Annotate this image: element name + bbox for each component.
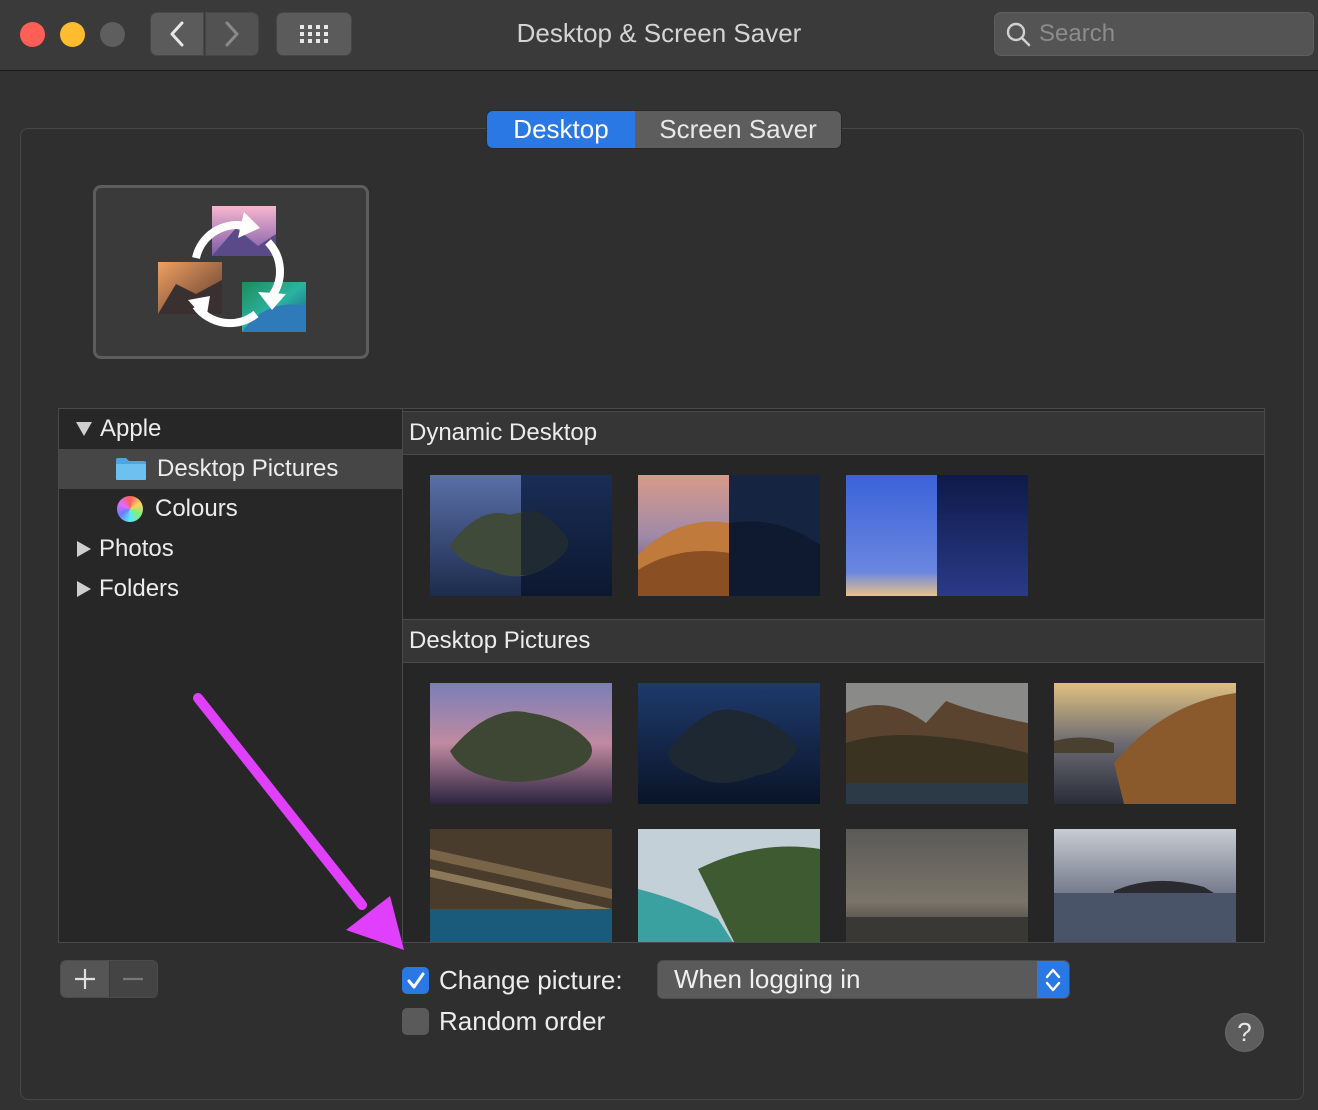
grid-icon: [300, 25, 328, 43]
add-folder-button[interactable]: [61, 961, 109, 997]
wallpaper-thumbnail[interactable]: [638, 829, 820, 942]
updown-chevron-icon[interactable]: [1037, 961, 1069, 998]
checkmark-icon: [407, 972, 424, 988]
sidebar-item-label: Apple: [100, 415, 162, 442]
change-interval-popup[interactable]: When logging in: [657, 960, 1070, 999]
folder-icon: [115, 457, 147, 481]
back-button[interactable]: [150, 12, 204, 56]
close-window-button[interactable]: [20, 22, 45, 47]
search-input[interactable]: [1039, 20, 1299, 48]
chevron-right-icon: [225, 21, 239, 47]
change-picture-label: Change picture:: [439, 965, 623, 995]
sidebar-item-label: Folders: [99, 575, 180, 602]
add-remove-control: [60, 960, 158, 998]
title-bar: Desktop & Screen Saver: [0, 0, 1318, 71]
sidebar-item-photos[interactable]: Photos: [59, 529, 402, 569]
sidebar-item-desktop-pictures[interactable]: Desktop Pictures: [59, 449, 402, 489]
search-icon: [1006, 22, 1031, 47]
wallpaper-thumbnail[interactable]: [430, 829, 612, 942]
sidebar-item-apple[interactable]: Apple: [59, 409, 402, 449]
wallpaper-thumbnail[interactable]: [1054, 683, 1236, 804]
wallpaper-thumbnail[interactable]: [846, 475, 1028, 596]
change-picture-row: Change picture:: [402, 965, 623, 996]
remove-folder-button[interactable]: [108, 961, 157, 997]
picture-browser: Dynamic Desktop Desktop Pictures: [402, 408, 1265, 943]
wallpaper-thumbnail[interactable]: [430, 475, 612, 596]
random-order-checkbox[interactable]: [402, 1008, 429, 1035]
rotating-pictures-icon: [158, 206, 306, 332]
tab-bar: Desktop Screen Saver: [486, 110, 842, 149]
wallpaper-thumbnail[interactable]: [846, 829, 1028, 942]
wallpaper-thumbnail[interactable]: [638, 683, 820, 804]
disclosure-right-icon[interactable]: [77, 581, 91, 597]
change-interval-value: When logging in: [674, 964, 861, 994]
source-list: Apple Desktop Pictures Colours Photos Fo…: [58, 408, 403, 943]
colour-wheel-icon: [117, 496, 143, 522]
desktop-preview: [93, 185, 369, 359]
sidebar-item-label: Desktop Pictures: [157, 455, 339, 482]
forward-button[interactable]: [205, 12, 259, 56]
random-order-label: Random order: [439, 1006, 606, 1036]
minimize-window-button[interactable]: [60, 22, 85, 47]
disclosure-down-icon[interactable]: [76, 422, 92, 436]
help-button[interactable]: ?: [1225, 1013, 1264, 1052]
disclosure-right-icon[interactable]: [77, 541, 91, 557]
wallpaper-thumbnail[interactable]: [638, 475, 820, 596]
search-field[interactable]: [994, 12, 1314, 56]
sidebar-item-folders[interactable]: Folders: [59, 569, 402, 609]
tab-screen-saver[interactable]: Screen Saver: [635, 111, 841, 148]
change-picture-checkbox[interactable]: [402, 967, 429, 994]
random-order-row: Random order: [402, 1006, 605, 1037]
minus-icon: [123, 977, 144, 981]
chevron-left-icon: [170, 21, 184, 47]
plus-icon: [74, 969, 95, 989]
sidebar-item-colours[interactable]: Colours: [59, 489, 402, 529]
show-all-button[interactable]: [276, 12, 352, 56]
zoom-window-button[interactable]: [100, 22, 125, 47]
wallpaper-thumbnail[interactable]: [1054, 829, 1236, 942]
section-header-desktop-pictures: Desktop Pictures: [403, 619, 1264, 663]
sidebar-item-label: Photos: [99, 535, 174, 562]
section-header-dynamic-desktop: Dynamic Desktop: [403, 411, 1264, 455]
wallpaper-thumbnail[interactable]: [846, 683, 1028, 804]
sidebar-item-label: Colours: [155, 495, 238, 522]
wallpaper-thumbnail[interactable]: [430, 683, 612, 804]
tab-desktop[interactable]: Desktop: [487, 111, 635, 148]
